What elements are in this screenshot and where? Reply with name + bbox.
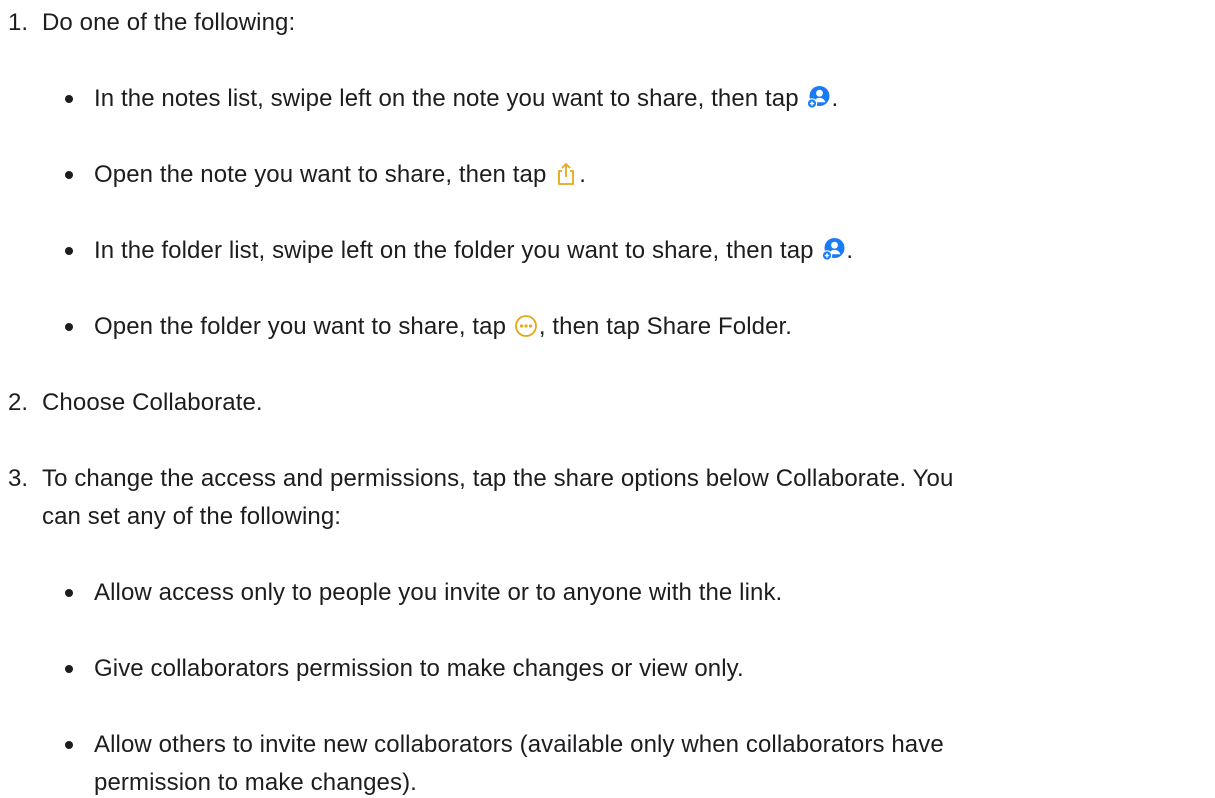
more-icon	[513, 313, 539, 339]
list-item: Allow access only to people you invite o…	[94, 579, 783, 606]
bullet-dot	[65, 665, 73, 673]
list-item-text: Open the note you want to share, then ta…	[94, 161, 554, 188]
share-icon	[553, 161, 579, 187]
list-item: In the notes list, swipe left on the not…	[94, 84, 838, 114]
list-item-text: In the notes list, swipe left on the not…	[94, 85, 806, 112]
list-item: Allow others to invite new collaborators…	[94, 731, 944, 758]
step-text: To change the access and permissions, ta…	[42, 465, 954, 492]
step-text: Choose Collaborate.	[42, 389, 263, 416]
step-text: Do one of the following:	[42, 9, 296, 36]
add-person-icon	[805, 85, 831, 111]
list-item: In the folder list, swipe left on the fo…	[94, 236, 853, 266]
list-item-text: Open the folder you want to share, tap	[94, 313, 513, 340]
list-item: Open the note you want to share, then ta…	[94, 160, 586, 190]
step-number: 1.	[8, 9, 29, 36]
bullet-dot	[65, 171, 73, 179]
list-item-suffix: .	[846, 237, 854, 264]
bullet-dot	[65, 247, 73, 255]
step-text: can set any of the following:	[42, 503, 342, 530]
step-number: 3.	[8, 465, 29, 492]
list-item-suffix: , then tap Share Folder.	[538, 313, 793, 340]
bullet-dot	[65, 95, 73, 103]
step-number: 2.	[8, 389, 29, 416]
bullet-dot	[65, 741, 73, 749]
list-item-suffix: .	[831, 85, 839, 112]
list-item-suffix: .	[579, 161, 586, 188]
list-item: Give collaborators permission to make ch…	[94, 655, 744, 682]
bullet-dot	[65, 589, 73, 597]
bullet-dot	[65, 323, 73, 331]
list-item-text: In the folder list, swipe left on the fo…	[94, 237, 821, 264]
add-person-icon	[820, 237, 846, 263]
list-item: permission to make changes).	[94, 769, 417, 796]
list-item: Open the folder you want to share, tap ,…	[94, 312, 792, 342]
